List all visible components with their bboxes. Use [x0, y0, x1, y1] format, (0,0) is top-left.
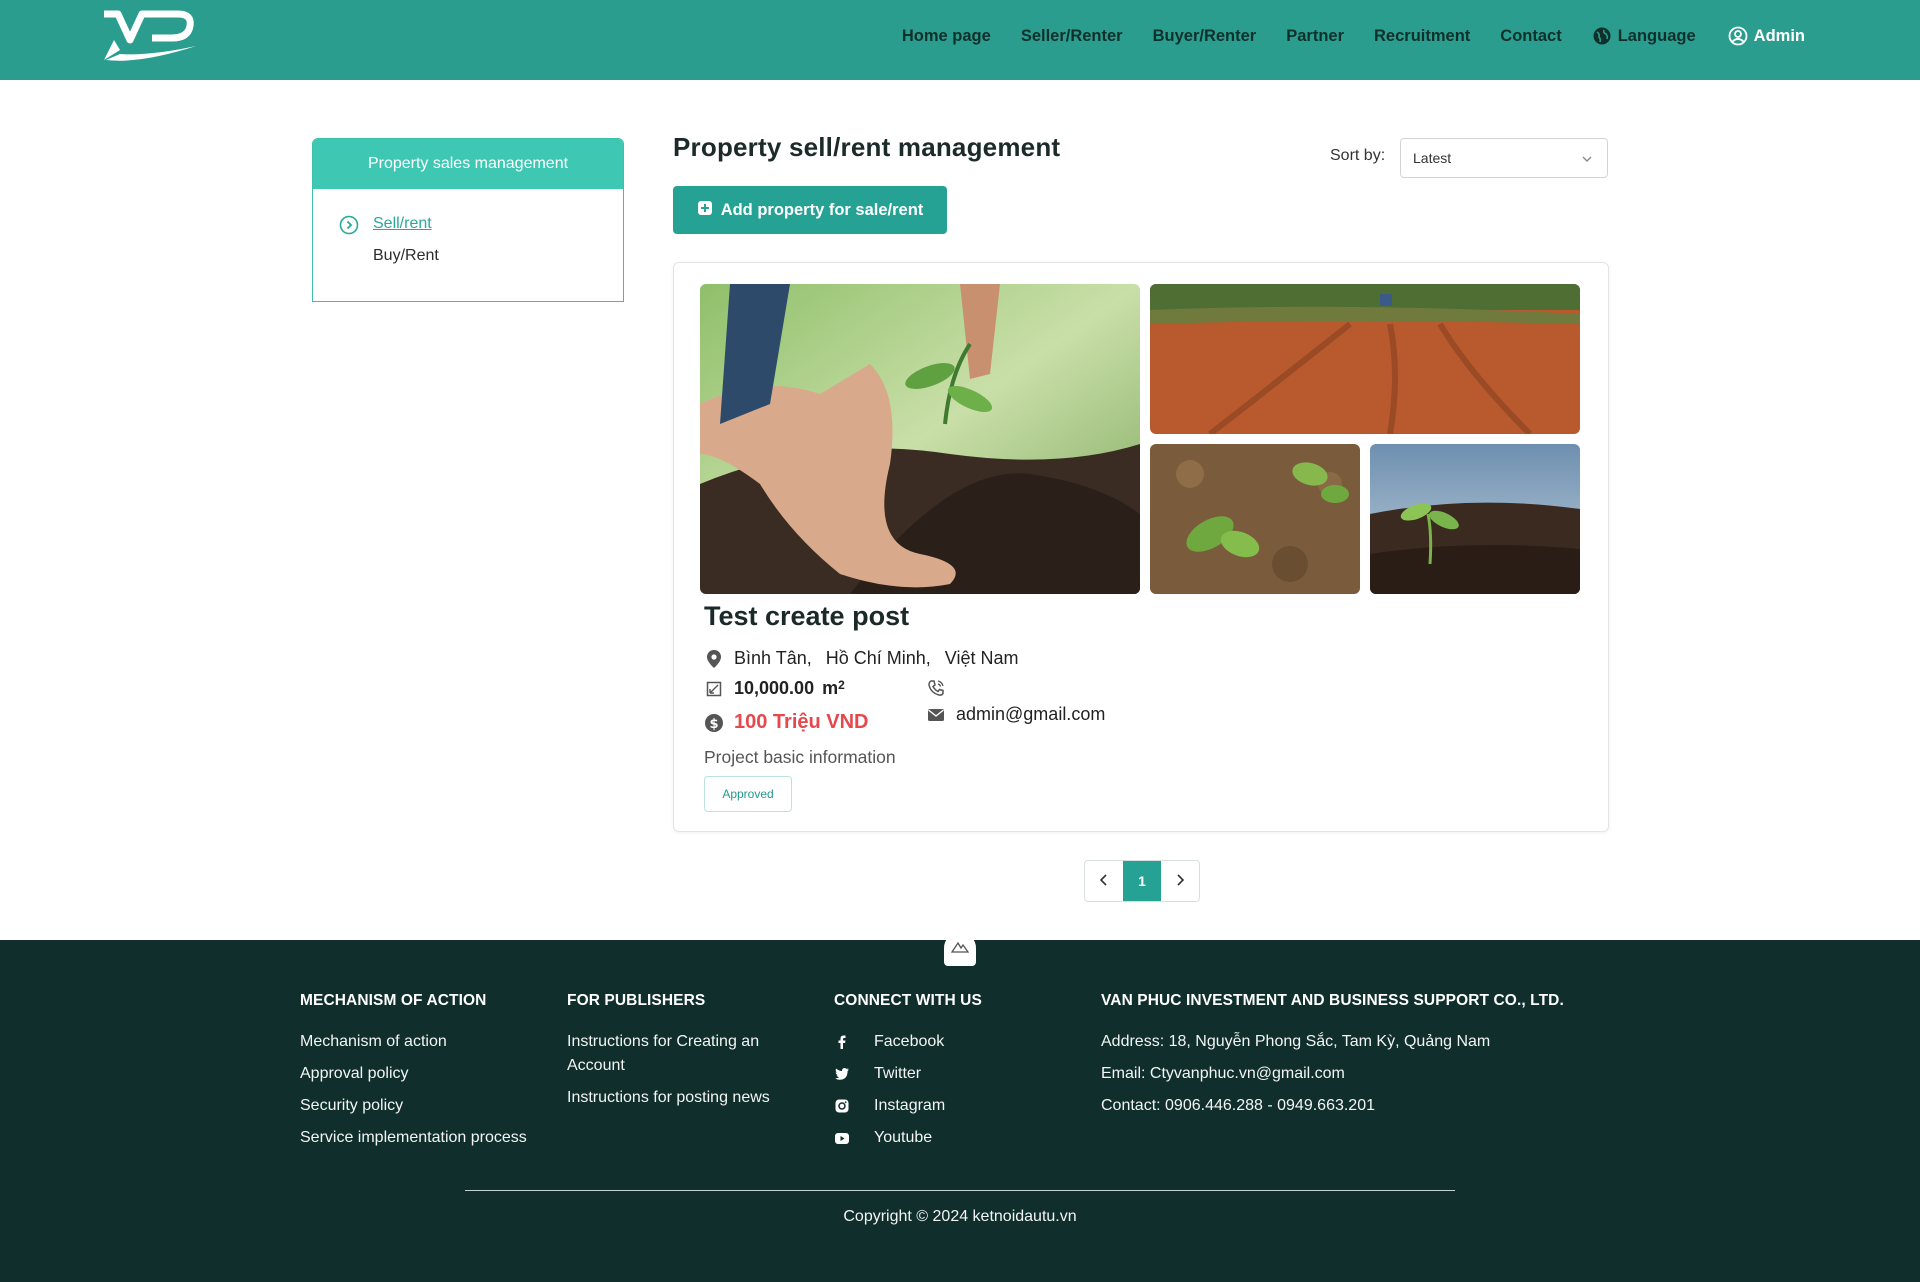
youtube-label: Youtube — [874, 1129, 933, 1146]
property-photo-4[interactable] — [1370, 444, 1580, 594]
footer-link-facebook[interactable]: Facebook — [834, 1030, 1064, 1054]
chevron-right-icon — [1175, 873, 1185, 889]
dollar-icon: $ — [704, 713, 724, 733]
sort-value: Latest — [1413, 150, 1452, 166]
listing-price: $ 100 Triệu VND — [704, 711, 869, 734]
listing-location: Bình Tân, Hồ Chí Minh, Việt Nam — [704, 648, 1032, 669]
listing-description: Project basic information — [704, 747, 896, 767]
chevron-left-icon — [1099, 873, 1109, 889]
sidebar-title: Property sales management — [313, 139, 623, 189]
footer-col-connect: CONNECT WITH US Facebook Twitter Instagr… — [834, 992, 1064, 1158]
map-pin-icon — [704, 649, 724, 669]
nav-buyer-renter[interactable]: Buyer/Renter — [1153, 27, 1257, 46]
footer-col-title: VAN PHUC INVESTMENT AND BUSINESS SUPPORT… — [1101, 992, 1564, 1009]
location-city: Hồ Chí Minh, — [825, 648, 931, 668]
footer-col-publishers: FOR PUBLISHERS Instructions for Creating… — [567, 992, 797, 1118]
user-circle-icon — [1728, 26, 1748, 46]
property-card[interactable]: Test create post Bình Tân, Hồ Chí Minh, … — [673, 262, 1609, 832]
facebook-label: Facebook — [874, 1033, 945, 1050]
language-menu[interactable]: Language — [1592, 26, 1696, 46]
next-page-button[interactable] — [1161, 861, 1199, 901]
envelope-icon — [926, 708, 946, 722]
youtube-icon — [834, 1132, 850, 1144]
nav-partner[interactable]: Partner — [1286, 27, 1344, 46]
add-property-label: Add property for sale/rent — [720, 200, 924, 219]
nav-recruitment[interactable]: Recruitment — [1374, 27, 1470, 46]
area-unit: m — [822, 678, 839, 698]
footer-col-company: VAN PHUC INVESTMENT AND BUSINESS SUPPORT… — [1101, 992, 1621, 1126]
footer-col-mechanism: MECHANISM OF ACTION Mechanism of action … — [300, 992, 550, 1158]
footer-link-create-account[interactable]: Instructions for Creating an Account — [567, 1030, 797, 1078]
footer-link-twitter[interactable]: Twitter — [834, 1062, 1064, 1086]
listing-area: 10,000.00 m2 — [704, 678, 845, 699]
sort-select[interactable]: Latest — [1400, 138, 1608, 178]
mountain-logo-icon — [950, 940, 970, 958]
footer-col-title: MECHANISM OF ACTION — [300, 992, 487, 1009]
location-country: Việt Nam — [944, 648, 1019, 668]
area-value: 10,000.00 — [734, 678, 815, 698]
property-photo-main[interactable] — [700, 284, 1140, 594]
main-nav: Home page Seller/Renter Buyer/Renter Par… — [902, 0, 1805, 72]
site-footer: MECHANISM OF ACTION Mechanism of action … — [0, 932, 1920, 1282]
footer-link-youtube[interactable]: Youtube — [834, 1126, 1064, 1150]
area-icon — [704, 681, 724, 697]
page-button-current[interactable]: 1 — [1123, 861, 1161, 901]
footer-col-title: FOR PUBLISHERS — [567, 992, 706, 1009]
footer-link-security[interactable]: Security policy — [300, 1094, 550, 1118]
price-value: 100 Triệu VND — [734, 711, 869, 733]
footer-email: Email: Ctyvanphuc.vn@gmail.com — [1101, 1065, 1345, 1082]
pagination: 1 — [1084, 860, 1200, 902]
scroll-top-button[interactable] — [944, 932, 976, 966]
sort-label: Sort by: — [1330, 147, 1386, 164]
listing-title[interactable]: Test create post — [704, 601, 909, 632]
chevron-circle-right-icon — [339, 215, 359, 240]
footer-col-title: CONNECT WITH US — [834, 992, 982, 1009]
email-value: admin@gmail.com — [956, 704, 1106, 724]
listing-phone — [926, 679, 956, 697]
status-badge: Approved — [704, 776, 792, 812]
page-title: Property sell/rent management — [673, 132, 1061, 162]
footer-link-service[interactable]: Service implementation process — [300, 1126, 550, 1150]
area-unit-sup: 2 — [838, 677, 845, 692]
property-photo-3[interactable] — [1150, 444, 1360, 594]
chevron-down-icon — [1581, 152, 1593, 168]
footer-contact: Contact: 0906.446.288 - 0949.663.201 — [1101, 1097, 1375, 1114]
add-property-button[interactable]: Add property for sale/rent — [673, 186, 947, 234]
footer-link-mechanism[interactable]: Mechanism of action — [300, 1030, 550, 1054]
twitter-label: Twitter — [874, 1065, 922, 1082]
footer-divider — [465, 1190, 1455, 1191]
admin-label: Admin — [1753, 26, 1805, 45]
nav-seller-renter[interactable]: Seller/Renter — [1021, 27, 1123, 46]
sidebar-item-sell-rent[interactable]: Sell/rent — [373, 215, 432, 233]
footer-link-instagram[interactable]: Instagram — [834, 1094, 1064, 1118]
property-photo-2[interactable] — [1150, 284, 1580, 434]
location-district: Bình Tân, — [734, 648, 812, 668]
footer-link-approval[interactable]: Approval policy — [300, 1062, 550, 1086]
instagram-label: Instagram — [874, 1097, 946, 1114]
footer-address: Address: 18, Nguyễn Phong Sắc, Tam Kỳ, Q… — [1101, 1033, 1491, 1050]
nav-home[interactable]: Home page — [902, 27, 991, 46]
copyright-text: Copyright © 2024 ketnoidautu.vn — [843, 1208, 1077, 1225]
plus-square-icon — [697, 200, 713, 221]
nav-contact[interactable]: Contact — [1500, 27, 1561, 46]
sidebar-item-buy-rent[interactable]: Buy/Rent — [373, 247, 439, 265]
phone-icon — [926, 679, 946, 697]
vp-logo[interactable] — [100, 10, 200, 66]
facebook-icon — [834, 1035, 850, 1049]
svg-text:$: $ — [709, 717, 718, 732]
footer-link-posting-news[interactable]: Instructions for posting news — [567, 1086, 797, 1110]
twitter-icon — [834, 1068, 850, 1080]
prev-page-button[interactable] — [1085, 861, 1123, 901]
admin-menu[interactable]: Admin — [1728, 26, 1805, 46]
listing-email: admin@gmail.com — [926, 704, 1105, 725]
language-label: Language — [1617, 26, 1696, 45]
globe-icon — [1592, 26, 1612, 46]
management-sidebar: Property sales management Sell/rent Buy/… — [312, 138, 624, 302]
top-header: Home page Seller/Renter Buyer/Renter Par… — [0, 0, 1920, 80]
instagram-icon — [834, 1099, 850, 1113]
